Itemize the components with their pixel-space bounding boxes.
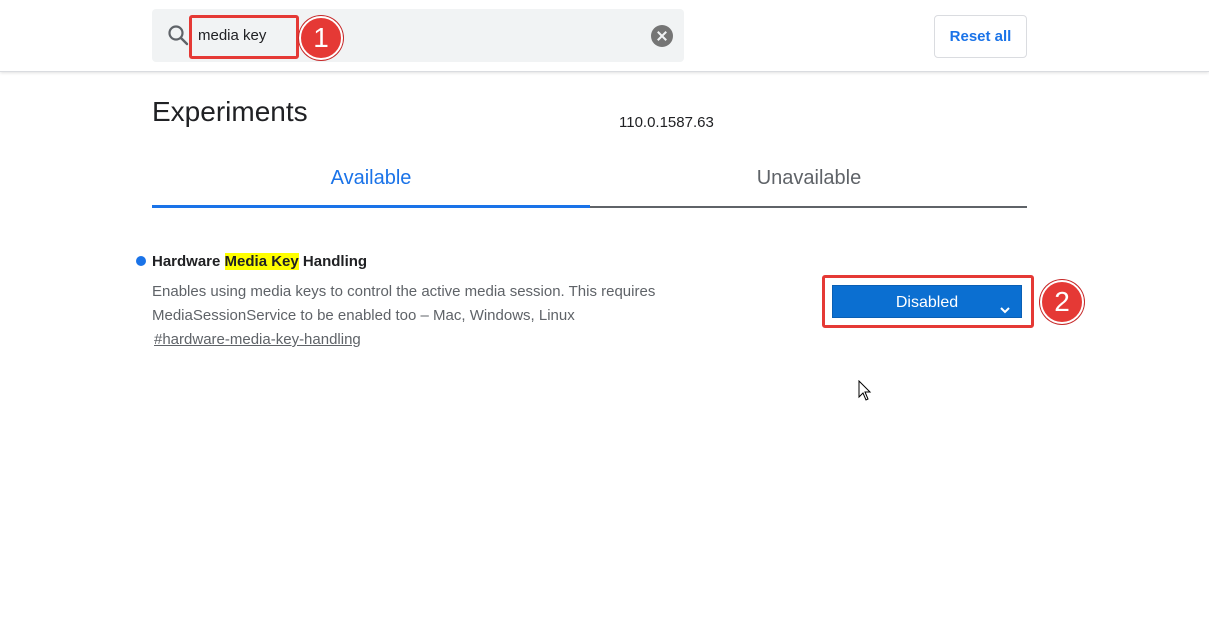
experiment-title-before: Hardware [152,253,225,270]
cursor-icon [858,380,872,402]
experiment-permalink[interactable]: #hardware-media-key-handling [154,331,361,348]
experiment-title-after: Handling [299,253,367,270]
annotation-box-2 [822,275,1034,328]
annotation-badge-2: 2 [1040,280,1084,324]
version-label: 110.0.1587.63 [619,114,714,131]
annotation-badge-1: 1 [299,16,343,60]
experiment-description-line1: Enables using media keys to control the … [152,280,772,304]
tab-bar: Available Unavailable [152,160,1027,208]
experiment-description: Enables using media keys to control the … [152,280,772,328]
experiment-title: Hardware Media Key Handling [152,253,367,270]
page-title: Experiments [152,96,308,128]
tab-available[interactable]: Available [152,160,590,206]
clear-icon[interactable] [651,25,673,47]
header: Reset all [0,0,1209,72]
experiment-title-highlight: Media Key [225,253,299,270]
annotation-box-1 [189,15,299,59]
tab-unavailable[interactable]: Unavailable [590,160,1028,206]
reset-all-button[interactable]: Reset all [934,15,1027,58]
search-icon [166,23,190,47]
experiment-description-line2: MediaSessionService to be enabled too – … [152,304,772,328]
experiment-status-dot [136,256,146,266]
